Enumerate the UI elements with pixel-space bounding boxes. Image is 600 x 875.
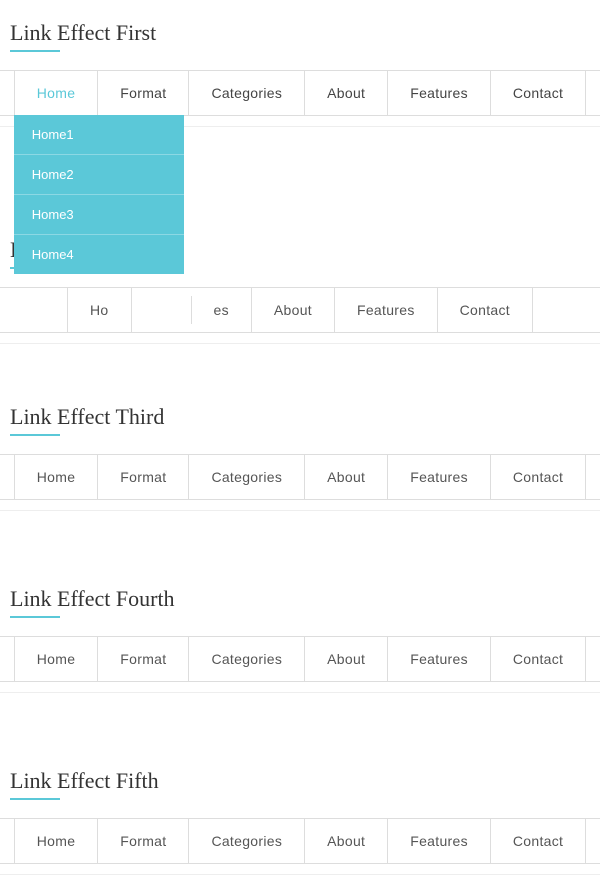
dropdown-item-home3[interactable]: Home3	[14, 195, 184, 235]
page-wrapper: Link Effect First Home Home1 Home2 Home3…	[0, 0, 600, 875]
nav-bar-fourth: Home Format Categories About Features Co…	[0, 636, 600, 682]
nav-item-about-fourth[interactable]: About	[305, 637, 388, 681]
nav-item-contact-fifth[interactable]: Contact	[491, 819, 586, 863]
nav-item-home-second[interactable]: Ho	[67, 288, 132, 332]
nav-item-contact-third[interactable]: Contact	[491, 455, 586, 499]
nav-item-format-fifth[interactable]: Format	[98, 819, 189, 863]
nav-item-contact-second[interactable]: Contact	[438, 288, 533, 332]
nav-item-categories-fourth[interactable]: Categories	[189, 637, 305, 681]
nav-item-features-fourth[interactable]: Features	[388, 637, 491, 681]
nav-item-about-third[interactable]: About	[305, 455, 388, 499]
nav-item-format-second[interactable]	[132, 296, 192, 324]
dropdown-container: Home Home1 Home2 Home3 Home4	[14, 71, 99, 115]
dropdown-item-home1[interactable]: Home1	[14, 115, 184, 155]
nav-item-features-first[interactable]: Features	[388, 71, 491, 115]
section-title-first: Link Effect First	[0, 10, 600, 60]
nav-item-contact-fourth[interactable]: Contact	[491, 637, 586, 681]
nav-bar-second: Ho es About Features Contact	[0, 287, 600, 333]
spacer-1	[0, 344, 600, 384]
nav-item-categories-second[interactable]: es	[192, 288, 252, 332]
nav-item-format-first[interactable]: Format	[98, 71, 189, 115]
section-title-fourth: Link Effect Fourth	[0, 576, 600, 626]
section-third: Link Effect Third Home Format Categories…	[0, 384, 600, 511]
nav-item-features-fifth[interactable]: Features	[388, 819, 491, 863]
nav-item-features-second[interactable]: Features	[335, 288, 438, 332]
nav-item-home-fifth[interactable]: Home	[14, 819, 99, 863]
nav-item-contact-first[interactable]: Contact	[491, 71, 586, 115]
nav-item-about-second[interactable]: About	[252, 288, 335, 332]
nav-bar-fifth: Home Format Categories About Features Co…	[0, 818, 600, 864]
dropdown-item-home4[interactable]: Home4	[14, 235, 184, 274]
nav-item-categories-third[interactable]: Categories	[189, 455, 305, 499]
nav-item-format-fourth[interactable]: Format	[98, 637, 189, 681]
spacer-3	[0, 693, 600, 748]
nav-item-about-fifth[interactable]: About	[305, 819, 388, 863]
nav-item-home-first[interactable]: Home	[14, 71, 99, 115]
nav-item-features-third[interactable]: Features	[388, 455, 491, 499]
nav-bar-first: Home Home1 Home2 Home3 Home4 Format Cate…	[0, 70, 600, 116]
nav-item-categories-first[interactable]: Categories	[189, 71, 305, 115]
nav-item-format-third[interactable]: Format	[98, 455, 189, 499]
nav-item-about-first[interactable]: About	[305, 71, 388, 115]
nav-bar-third: Home Format Categories About Features Co…	[0, 454, 600, 500]
dropdown-item-home2[interactable]: Home2	[14, 155, 184, 195]
section-fourth: Link Effect Fourth Home Format Categorie…	[0, 566, 600, 693]
section-first: Link Effect First Home Home1 Home2 Home3…	[0, 0, 600, 127]
section-title-fifth: Link Effect Fifth	[0, 758, 600, 808]
section-title-third: Link Effect Third	[0, 394, 600, 444]
section-fifth: Link Effect Fifth Home Format Categories…	[0, 748, 600, 875]
nav-item-home-third[interactable]: Home	[14, 455, 99, 499]
spacer-2	[0, 511, 600, 566]
nav-item-categories-fifth[interactable]: Categories	[189, 819, 305, 863]
dropdown-menu: Home1 Home2 Home3 Home4	[14, 115, 184, 274]
nav-item-home-fourth[interactable]: Home	[14, 637, 99, 681]
